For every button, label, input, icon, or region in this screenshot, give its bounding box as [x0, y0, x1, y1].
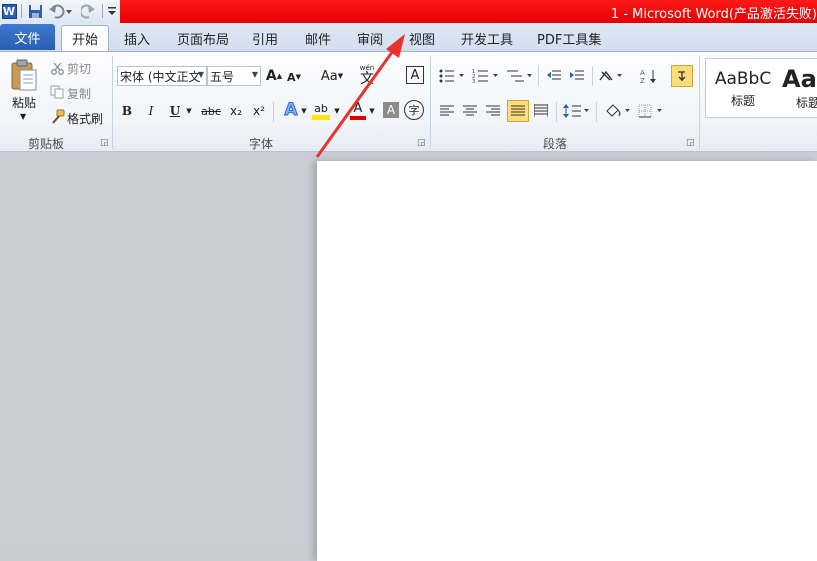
annotation-arrow-icon [315, 34, 405, 158]
tab-home[interactable]: 开始 [61, 25, 109, 51]
